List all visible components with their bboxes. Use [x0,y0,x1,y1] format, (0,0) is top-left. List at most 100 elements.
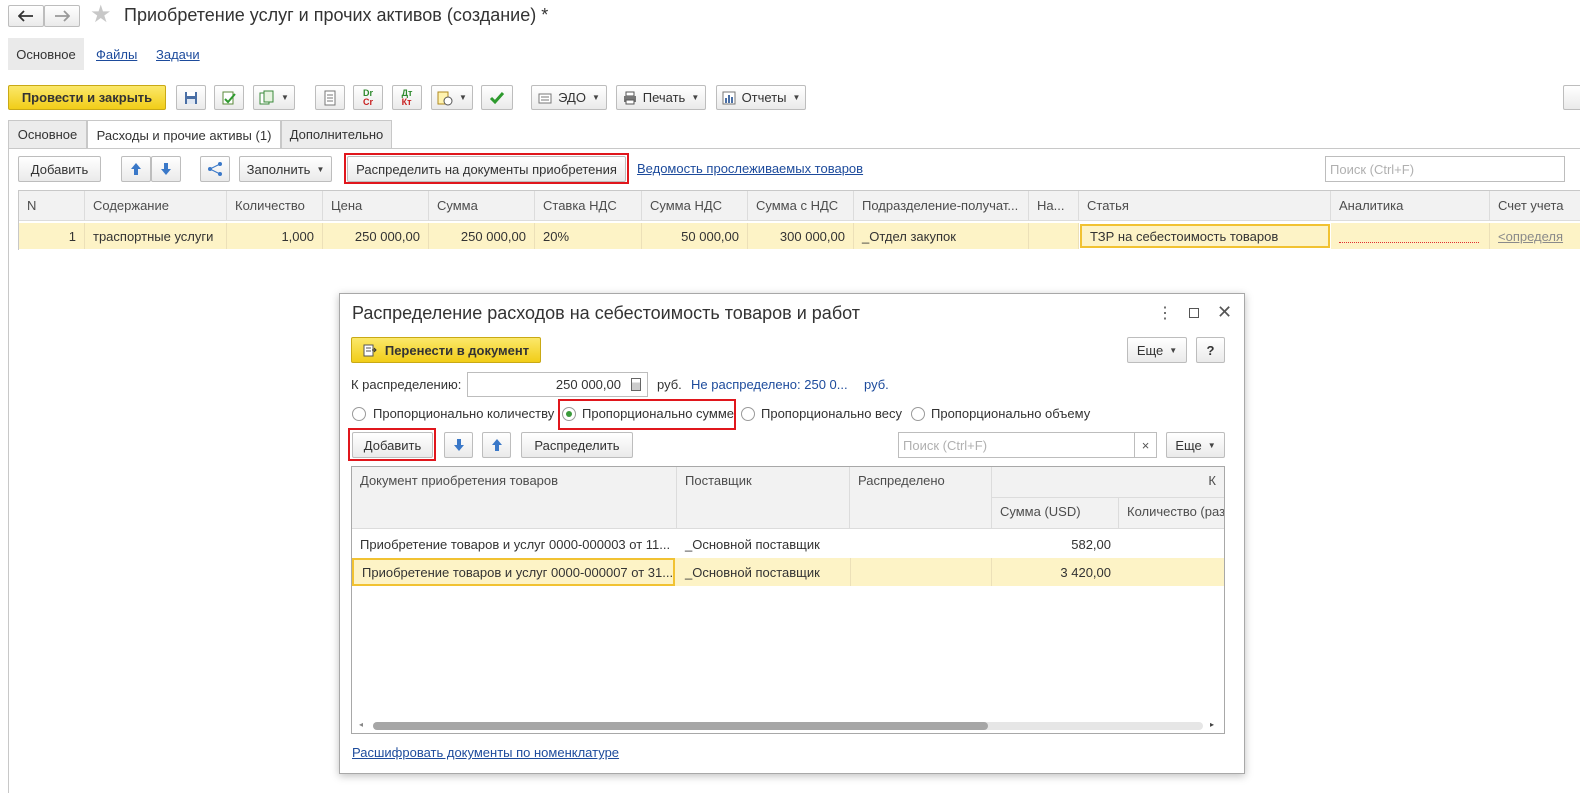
tab-main[interactable]: Основное [8,120,87,148]
decode-docs-by-nomenclature-link[interactable]: Расшифровать документы по номенклатуре [352,745,619,760]
col-header-group[interactable]: К [992,467,1224,498]
radio-by-quantity-label[interactable]: Пропорционально количеству [373,406,554,421]
calculator-icon[interactable] [631,378,641,391]
col-header-vat-rate[interactable]: Ставка НДС [535,191,642,221]
highlight-dialog-add-button [348,428,436,461]
nav-tab-main[interactable]: Основное [8,38,84,70]
edo-button[interactable]: ЭДО ▼ [531,85,607,110]
save-button[interactable] [176,85,206,110]
radio-by-quantity[interactable] [352,407,366,421]
table-row-cell-vat-sum[interactable]: 50 000,00 [642,223,748,249]
col-header-sum-with-vat[interactable]: Сумма с НДС [748,191,854,221]
to-distribute-input[interactable]: 250 000,00 [467,372,648,397]
table-row-cell-sum[interactable]: 250 000,00 [429,223,535,249]
add-row-button[interactable]: Добавить [18,156,101,182]
fill-button[interactable]: Заполнить ▼ [239,156,332,182]
table-row-cell-content[interactable]: траспортные услуги [85,223,227,249]
radio-by-volume[interactable] [911,407,925,421]
dialog-more-button[interactable]: Еще ▼ [1127,337,1187,363]
tab-expenses[interactable]: Расходы и прочие активы (1) [87,120,281,149]
radio-by-weight-label[interactable]: Пропорционально весу [761,406,902,421]
horizontal-scrollbar-thumb[interactable] [373,722,988,730]
favorite-star-icon[interactable]: ★ [90,3,112,27]
dialog-row1-distributed[interactable] [850,530,992,558]
dialog-help-button[interactable]: ? [1196,337,1225,363]
table-row-cell-quantity[interactable]: 1,000 [227,223,323,249]
document-list-button[interactable] [315,85,345,110]
move-up-button[interactable] [121,156,151,182]
dialog-row1-qty[interactable] [1119,530,1224,558]
scroll-right-arrow[interactable]: ▸ [1210,720,1214,729]
dialog-move-down-button[interactable] [444,432,473,458]
arrow-up-icon [131,163,141,175]
tracked-goods-statement-link[interactable]: Ведомость прослеживаемых товаров [637,161,863,176]
attach-button[interactable]: ▼ [431,85,473,110]
dt-kt-button[interactable]: Дт Кт [392,85,422,110]
arrow-right-icon [55,10,70,22]
dialog-row1-sum[interactable]: 582,00 [992,530,1119,558]
dialog-row2-qty[interactable] [1119,558,1224,586]
dr-cr-button[interactable]: Dr Cr [353,85,383,110]
table-row-cell-vat-rate[interactable]: 20% [535,223,642,249]
table-search-input[interactable]: Поиск (Ctrl+F) [1325,156,1565,182]
col-header-content[interactable]: Содержание [85,191,227,221]
dialog-search-input[interactable]: Поиск (Ctrl+F) [898,432,1135,458]
table-row-cell-item[interactable]: ТЗР на себестоимость товаров [1080,224,1330,248]
table-row-cell-n[interactable]: 1 [19,223,85,249]
dialog-search-clear-button[interactable]: × [1135,432,1157,458]
dialog-row2-distributed[interactable] [850,558,992,586]
check-button[interactable] [481,85,513,110]
col-header-item[interactable]: Статья [1079,191,1331,221]
dialog-menu-icon[interactable]: ⋮ [1157,303,1173,323]
col-header-qty[interactable]: Количество (раз [1119,498,1224,529]
dialog-maximize-icon[interactable] [1189,308,1199,318]
table-row-cell-na[interactable] [1029,223,1079,249]
col-header-account[interactable]: Счет учета [1490,191,1580,221]
print-button[interactable]: Печать ▼ [616,85,706,110]
transfer-to-document-button[interactable]: Перенести в документ [351,337,541,363]
more-actions-button-edge[interactable] [1563,85,1580,110]
nav-tab-files[interactable]: Файлы [96,47,137,62]
dialog-row1-doc[interactable]: Приобретение товаров и услуг 0000-000003… [352,530,677,558]
tab-additional[interactable]: Дополнительно [281,120,392,148]
dialog-more2-button[interactable]: Еще ▼ [1166,432,1225,458]
post-button[interactable] [214,85,244,110]
forward-button[interactable] [44,5,80,27]
col-header-na[interactable]: На... [1029,191,1079,221]
table-row-cell-sum-with-vat[interactable]: 300 000,00 [748,223,854,249]
reports-button[interactable]: Отчеты ▼ [716,85,806,110]
col-header-n[interactable]: N [19,191,85,221]
dialog-close-icon[interactable]: ✕ [1217,302,1232,323]
radio-by-weight[interactable] [741,407,755,421]
table-row-cell-analytics[interactable] [1331,223,1490,249]
create-based-on-button[interactable]: ▼ [253,85,295,110]
col-header-analytics[interactable]: Аналитика [1331,191,1490,221]
post-and-close-button[interactable]: Провести и закрыть [8,85,166,110]
col-header-quantity[interactable]: Количество [227,191,323,221]
dialog-row1-supplier[interactable]: _Основной поставщик [677,530,850,558]
dialog-row2-supplier[interactable]: _Основной поставщик [677,558,850,586]
radio-by-volume-label[interactable]: Пропорционально объему [931,406,1090,421]
dialog-row2-sum[interactable]: 3 420,00 [992,558,1119,586]
table-row-cell-department[interactable]: _Отдел закупок [854,223,1029,249]
col-header-sum[interactable]: Сумма [429,191,535,221]
dialog-row2-doc[interactable]: Приобретение товаров и услуг 0000-000007… [352,558,675,586]
col-header-supplier[interactable]: Поставщик [677,467,850,529]
table-row-cell-price[interactable]: 250 000,00 [323,223,429,249]
col-header-purchase-doc[interactable]: Документ приобретения товаров [352,467,677,529]
dialog-distribute-button[interactable]: Распределить [521,432,633,458]
structure-button[interactable] [200,156,230,182]
col-header-sum-usd[interactable]: Сумма (USD) [992,498,1119,529]
scroll-left-arrow[interactable]: ◂ [359,720,363,729]
dialog-move-up-button[interactable] [482,432,511,458]
col-header-department[interactable]: Подразделение-получат... [854,191,1029,221]
arrow-down-icon [161,163,171,175]
analytics-required-underline [1339,241,1479,243]
nav-tab-tasks[interactable]: Задачи [156,47,200,62]
table-row-cell-account[interactable]: <определя [1490,223,1580,249]
col-header-distributed[interactable]: Распределено [850,467,992,529]
col-header-price[interactable]: Цена [323,191,429,221]
col-header-vat-sum[interactable]: Сумма НДС [642,191,748,221]
move-down-button[interactable] [151,156,181,182]
back-button[interactable] [8,5,44,27]
